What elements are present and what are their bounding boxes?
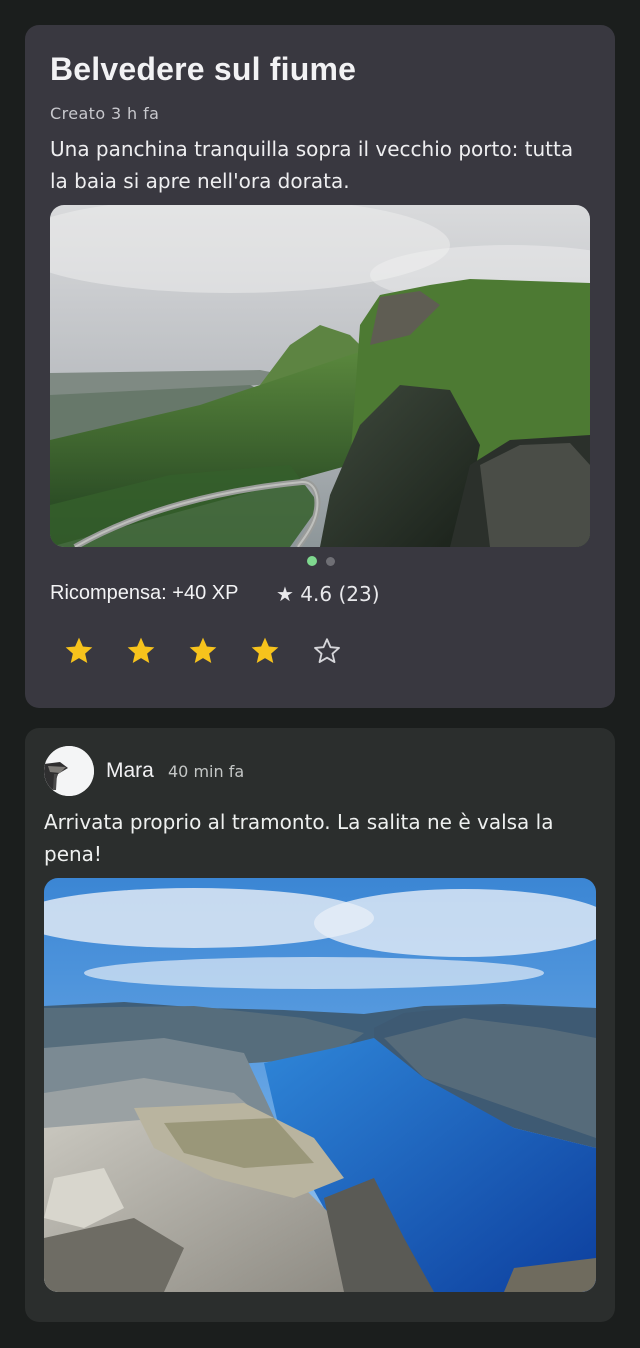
created-time: Creato 3 h fa bbox=[50, 104, 160, 123]
user-post-card: Mara 40 min fa Arrivata proprio al tramo… bbox=[25, 728, 615, 1322]
avatar[interactable] bbox=[44, 746, 94, 796]
post-photo[interactable] bbox=[44, 878, 596, 1292]
rating-stars[interactable] bbox=[63, 635, 343, 667]
place-description: Una panchina tranquilla sopra il vecchio… bbox=[50, 137, 574, 193]
place-card: Belvedere sul fiume Creato 3 h fa Una pa… bbox=[25, 25, 615, 708]
carousel-dot-active[interactable] bbox=[307, 556, 317, 566]
place-title: Belvedere sul fiume bbox=[50, 51, 357, 87]
post-text: Arrivata proprio al tramonto. La salita … bbox=[44, 810, 554, 866]
star-filled-icon[interactable] bbox=[125, 635, 157, 667]
post-author[interactable]: Mara bbox=[106, 759, 154, 783]
star-filled-icon[interactable] bbox=[249, 635, 281, 667]
star-outline-icon[interactable] bbox=[311, 635, 343, 667]
average-rating: ★ 4.6 (23) bbox=[276, 582, 380, 606]
star-filled-icon[interactable] bbox=[63, 635, 95, 667]
carousel-dot[interactable] bbox=[326, 556, 335, 566]
reward-label: Ricompensa: +40 XP bbox=[50, 582, 239, 604]
avatar-image bbox=[44, 746, 94, 796]
star-filled-icon[interactable] bbox=[187, 635, 219, 667]
post-time: 40 min fa bbox=[168, 762, 245, 781]
carousel-indicator[interactable] bbox=[307, 556, 335, 566]
place-photo[interactable] bbox=[50, 205, 590, 547]
